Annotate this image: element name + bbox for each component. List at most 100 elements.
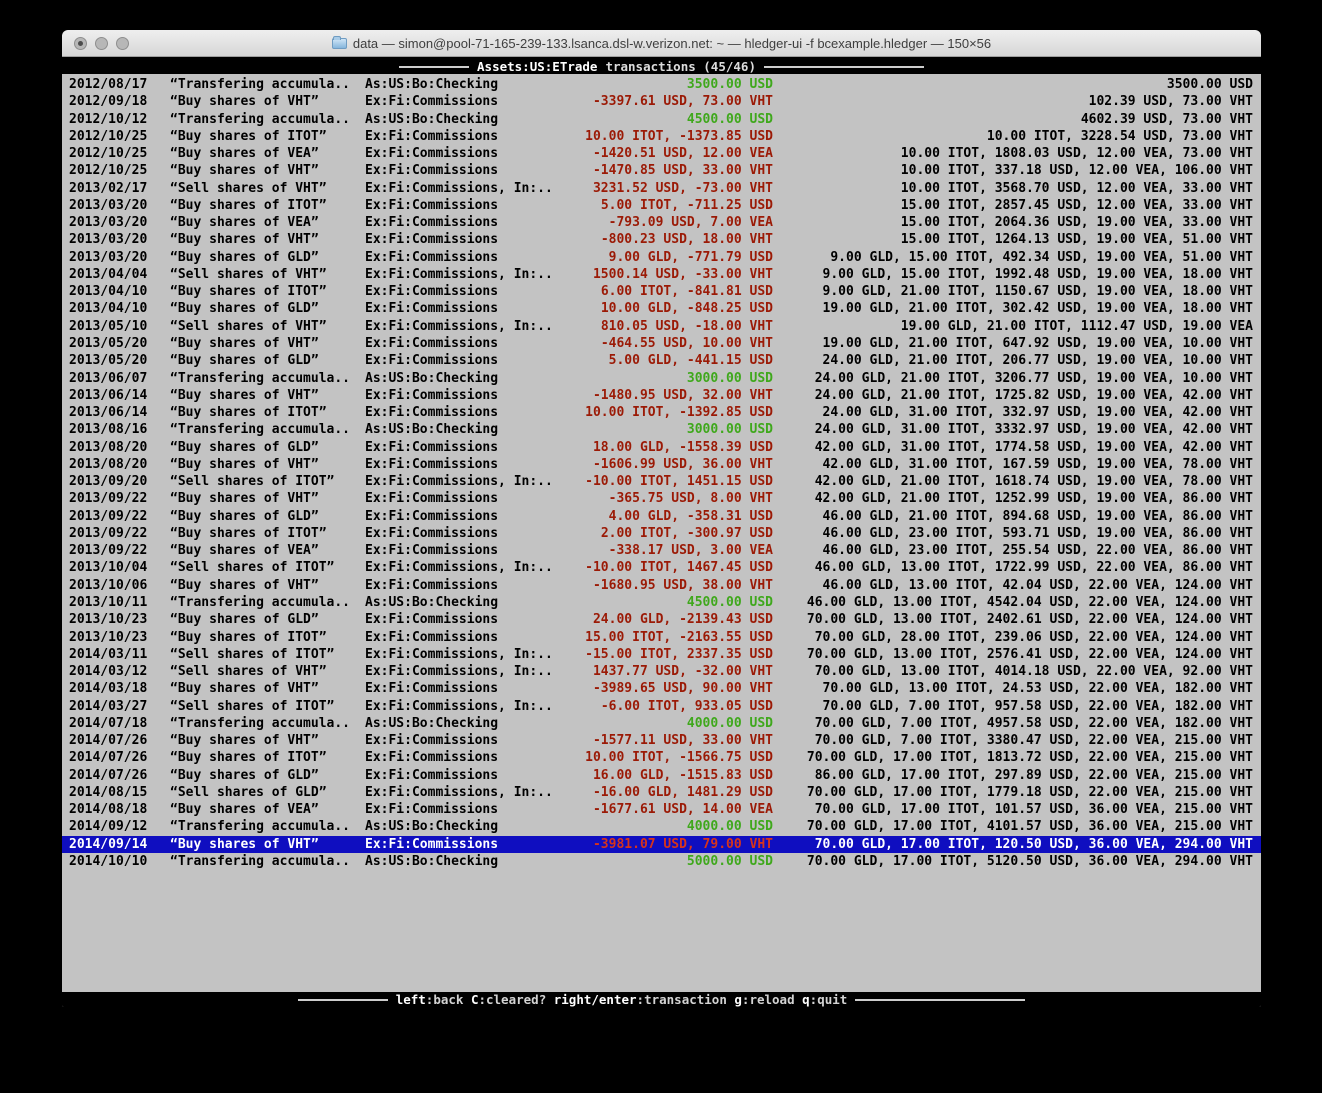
transaction-row[interactable]: 2014/10/10“Transfering accumula..As:US:B… [62, 853, 1261, 870]
transaction-other-accounts: Ex:Fi:Commissions [365, 508, 498, 525]
transaction-row[interactable]: 2012/10/25“Buy shares of VHT”Ex:Fi:Commi… [62, 162, 1261, 179]
transaction-running-balance: 10.00 ITOT, 3568.70 USD, 12.00 VEA, 33.0… [901, 180, 1253, 197]
transaction-row[interactable]: 2013/04/10“Buy shares of ITOT”Ex:Fi:Comm… [62, 283, 1261, 300]
transaction-row[interactable]: 2014/03/27“Sell shares of ITOT”Ex:Fi:Com… [62, 698, 1261, 715]
transaction-row[interactable]: 2013/06/14“Buy shares of VHT”Ex:Fi:Commi… [62, 387, 1261, 404]
transaction-other-accounts: As:US:Bo:Checking [365, 853, 498, 870]
transaction-row[interactable]: 2013/03/20“Buy shares of VEA”Ex:Fi:Commi… [62, 214, 1261, 231]
transaction-other-accounts: Ex:Fi:Commissions [365, 387, 498, 404]
transaction-row[interactable]: 2013/10/23“Buy shares of GLD”Ex:Fi:Commi… [62, 611, 1261, 628]
transaction-row[interactable]: 2012/08/17“Transfering accumula..As:US:B… [62, 76, 1261, 93]
transaction-description: “Sell shares of ITOT” [170, 698, 334, 715]
transaction-row[interactable]: 2013/10/06“Buy shares of VHT”Ex:Fi:Commi… [62, 577, 1261, 594]
transaction-running-balance: 24.00 GLD, 21.00 ITOT, 1725.82 USD, 19.0… [815, 387, 1253, 404]
transaction-row[interactable]: 2012/10/25“Buy shares of ITOT”Ex:Fi:Comm… [62, 128, 1261, 145]
transaction-row[interactable]: 2013/05/20“Buy shares of GLD”Ex:Fi:Commi… [62, 352, 1261, 369]
transaction-row[interactable]: 2013/10/11“Transfering accumula..As:US:B… [62, 594, 1261, 611]
transaction-row[interactable]: 2013/08/20“Buy shares of GLD”Ex:Fi:Commi… [62, 439, 1261, 456]
zoom-button[interactable] [116, 37, 129, 50]
transaction-row[interactable]: 2013/03/20“Buy shares of GLD”Ex:Fi:Commi… [62, 249, 1261, 266]
transaction-date: 2012/08/17 [69, 76, 147, 93]
transaction-change-amount: -1680.95 USD, 38.00 VHT [593, 577, 773, 594]
transaction-running-balance: 24.00 GLD, 31.00 ITOT, 3332.97 USD, 19.0… [815, 421, 1253, 438]
transaction-row[interactable]: 2014/03/11“Sell shares of ITOT”Ex:Fi:Com… [62, 646, 1261, 663]
transaction-row[interactable]: 2013/09/22“Buy shares of GLD”Ex:Fi:Commi… [62, 508, 1261, 525]
transaction-row[interactable]: 2014/08/15“Sell shares of GLD”Ex:Fi:Comm… [62, 784, 1261, 801]
transaction-row[interactable]: 2013/05/10“Sell shares of VHT”Ex:Fi:Comm… [62, 318, 1261, 335]
transaction-row[interactable]: 2013/03/20“Buy shares of ITOT”Ex:Fi:Comm… [62, 197, 1261, 214]
transaction-row[interactable]: 2014/07/18“Transfering accumula..As:US:B… [62, 715, 1261, 732]
transaction-row[interactable]: 2013/09/22“Buy shares of VHT”Ex:Fi:Commi… [62, 490, 1261, 507]
transaction-row[interactable]: 2014/07/26“Buy shares of VHT”Ex:Fi:Commi… [62, 732, 1261, 749]
transaction-row[interactable]: 2013/04/04“Sell shares of VHT”Ex:Fi:Comm… [62, 266, 1261, 283]
transaction-other-accounts: Ex:Fi:Commissions [365, 162, 498, 179]
transaction-row[interactable]: 2012/09/18“Buy shares of VHT”Ex:Fi:Commi… [62, 93, 1261, 110]
transaction-row[interactable]: 2013/08/20“Buy shares of VHT”Ex:Fi:Commi… [62, 456, 1261, 473]
transaction-date: 2012/10/12 [69, 111, 147, 128]
transaction-row[interactable]: 2013/06/07“Transfering accumula..As:US:B… [62, 370, 1261, 387]
transaction-date: 2013/02/17 [69, 180, 147, 197]
transaction-row[interactable]: 2014/03/18“Buy shares of VHT”Ex:Fi:Commi… [62, 680, 1261, 697]
transaction-other-accounts: Ex:Fi:Commissions [365, 801, 498, 818]
transaction-other-accounts: Ex:Fi:Commissions [365, 352, 498, 369]
transaction-running-balance: 46.00 GLD, 13.00 ITOT, 4542.04 USD, 22.0… [807, 594, 1253, 611]
transaction-row[interactable]: 2012/10/25“Buy shares of VEA”Ex:Fi:Commi… [62, 145, 1261, 162]
transaction-date: 2013/03/20 [69, 197, 147, 214]
transaction-row[interactable]: 2013/10/23“Buy shares of ITOT”Ex:Fi:Comm… [62, 629, 1261, 646]
minimize-button[interactable] [95, 37, 108, 50]
transaction-other-accounts: Ex:Fi:Commissions [365, 577, 498, 594]
transaction-row[interactable]: 2013/03/20“Buy shares of VHT”Ex:Fi:Commi… [62, 231, 1261, 248]
footer-key-action: :reload [742, 992, 802, 1007]
transaction-row[interactable]: 2013/06/14“Buy shares of ITOT”Ex:Fi:Comm… [62, 404, 1261, 421]
transaction-change-amount: 4500.00 USD [687, 111, 773, 128]
transaction-row[interactable]: 2013/09/22“Buy shares of ITOT”Ex:Fi:Comm… [62, 525, 1261, 542]
close-button[interactable] [74, 37, 87, 50]
transaction-change-amount: -10.00 ITOT, 1451.15 USD [585, 473, 773, 490]
transaction-description: “Sell shares of ITOT” [170, 559, 334, 576]
transaction-date: 2013/06/14 [69, 404, 147, 421]
transaction-other-accounts: Ex:Fi:Commissions [365, 404, 498, 421]
transaction-row[interactable]: 2013/08/16“Transfering accumula..As:US:B… [62, 421, 1261, 438]
title-group: data — simon@pool-71-165-239-133.lsanca.… [332, 36, 991, 51]
transaction-row[interactable]: 2012/10/12“Transfering accumula..As:US:B… [62, 111, 1261, 128]
transaction-change-amount: -10.00 ITOT, 1467.45 USD [585, 559, 773, 576]
transaction-row[interactable]: 2014/09/14“Buy shares of VHT”Ex:Fi:Commi… [62, 836, 1261, 853]
transaction-other-accounts: Ex:Fi:Commissions [365, 128, 498, 145]
transaction-row[interactable]: 2014/08/18“Buy shares of VEA”Ex:Fi:Commi… [62, 801, 1261, 818]
transaction-running-balance: 70.00 GLD, 7.00 ITOT, 4957.58 USD, 22.00… [815, 715, 1253, 732]
transaction-running-balance: 70.00 GLD, 7.00 ITOT, 957.58 USD, 22.00 … [823, 698, 1253, 715]
transaction-description: “Buy shares of VEA” [170, 801, 319, 818]
transaction-row[interactable]: 2013/04/10“Buy shares of GLD”Ex:Fi:Commi… [62, 300, 1261, 317]
transaction-date: 2014/03/27 [69, 698, 147, 715]
transaction-row[interactable]: 2013/02/17“Sell shares of VHT”Ex:Fi:Comm… [62, 180, 1261, 197]
transaction-running-balance: 70.00 GLD, 13.00 ITOT, 2576.41 USD, 22.0… [807, 646, 1253, 663]
transaction-row[interactable]: 2014/03/12“Sell shares of VHT”Ex:Fi:Comm… [62, 663, 1261, 680]
transaction-description: “Buy shares of VHT” [170, 387, 319, 404]
transaction-row[interactable]: 2014/07/26“Buy shares of GLD”Ex:Fi:Commi… [62, 767, 1261, 784]
footer-key: q [802, 992, 810, 1007]
transaction-row[interactable]: 2013/09/20“Sell shares of ITOT”Ex:Fi:Com… [62, 473, 1261, 490]
window-titlebar[interactable]: data — simon@pool-71-165-239-133.lsanca.… [62, 30, 1261, 57]
transaction-change-amount: 10.00 GLD, -848.25 USD [601, 300, 773, 317]
transaction-row[interactable]: 2013/05/20“Buy shares of VHT”Ex:Fi:Commi… [62, 335, 1261, 352]
transaction-change-amount: 15.00 ITOT, -2163.55 USD [585, 629, 773, 646]
footer-key: right/enter [554, 992, 637, 1007]
transaction-row[interactable]: 2014/09/12“Transfering accumula..As:US:B… [62, 818, 1261, 835]
transaction-change-amount: -338.17 USD, 3.00 VEA [609, 542, 773, 559]
transaction-change-amount: 10.00 ITOT, -1392.85 USD [585, 404, 773, 421]
transaction-change-amount: 24.00 GLD, -2139.43 USD [593, 611, 773, 628]
transaction-other-accounts: Ex:Fi:Commissions [365, 542, 498, 559]
transaction-row[interactable]: 2013/09/22“Buy shares of VEA”Ex:Fi:Commi… [62, 542, 1261, 559]
transaction-description: “Transfering accumula.. [170, 853, 350, 870]
transaction-change-amount: 9.00 GLD, -771.79 USD [609, 249, 773, 266]
transaction-row[interactable]: 2013/10/04“Sell shares of ITOT”Ex:Fi:Com… [62, 559, 1261, 576]
transaction-change-amount: 3000.00 USD [687, 370, 773, 387]
transaction-description: “Buy shares of GLD” [170, 767, 319, 784]
transaction-other-accounts: As:US:Bo:Checking [365, 370, 498, 387]
transaction-change-amount: 5000.00 USD [687, 853, 773, 870]
transaction-date: 2013/05/20 [69, 335, 147, 352]
transaction-description: “Sell shares of VHT” [170, 266, 327, 283]
transaction-change-amount: 18.00 GLD, -1558.39 USD [593, 439, 773, 456]
transaction-row[interactable]: 2014/07/26“Buy shares of ITOT”Ex:Fi:Comm… [62, 749, 1261, 766]
transaction-running-balance: 70.00 GLD, 13.00 ITOT, 4014.18 USD, 22.0… [815, 663, 1253, 680]
